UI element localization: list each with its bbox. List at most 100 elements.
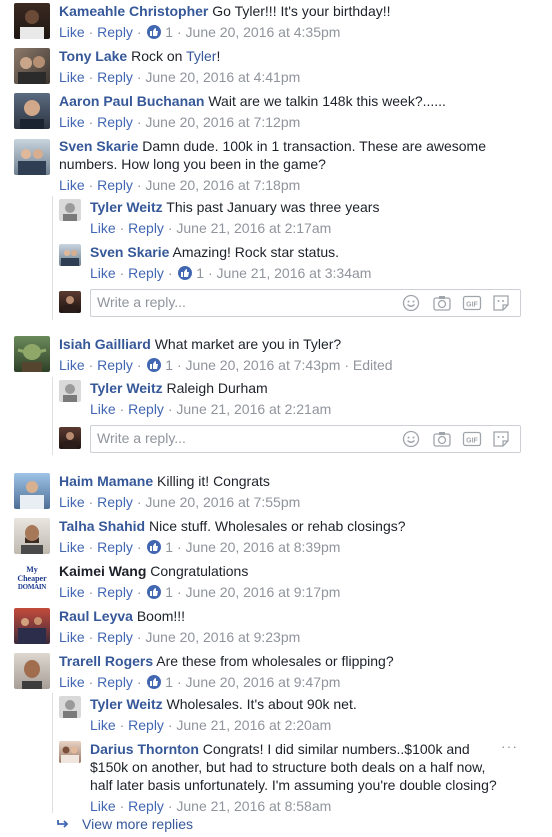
avatar[interactable] (14, 608, 50, 644)
reply-link[interactable]: Reply (97, 357, 133, 373)
gif-icon[interactable]: GIF (462, 430, 482, 448)
like-link[interactable]: Like (59, 674, 85, 690)
like-link[interactable]: Like (59, 177, 85, 193)
like-link[interactable]: Like (90, 717, 116, 733)
commenter-name[interactable]: Tony Lake (59, 48, 127, 64)
timestamp[interactable]: June 20, 2016 at 9:17pm (186, 584, 341, 600)
like-link[interactable]: Like (59, 584, 85, 600)
avatar[interactable] (59, 380, 81, 402)
avatar[interactable] (59, 696, 81, 718)
avatar[interactable] (59, 244, 81, 266)
reply-link[interactable]: Reply (128, 220, 164, 236)
reply-input[interactable]: Write a reply... GIF (90, 425, 521, 453)
like-count[interactable]: 1 (196, 265, 204, 281)
edited-label[interactable]: Edited (353, 357, 393, 373)
commenter-name[interactable]: Kameahle Christopher (59, 3, 208, 19)
reply-link[interactable]: Reply (97, 177, 133, 193)
commenter-name[interactable]: Trarell Rogers (59, 653, 153, 669)
timestamp[interactable]: June 20, 2016 at 7:55pm (145, 494, 300, 510)
avatar[interactable] (14, 48, 50, 84)
like-link[interactable]: Like (90, 220, 116, 236)
timestamp[interactable]: June 20, 2016 at 7:43pm (186, 357, 341, 373)
like-link[interactable]: Like (90, 401, 116, 417)
reply-link[interactable]: Reply (97, 674, 133, 690)
like-link[interactable]: Like (59, 494, 85, 510)
avatar[interactable] (14, 93, 50, 129)
timestamp[interactable]: June 20, 2016 at 8:39pm (186, 539, 341, 555)
reply-link[interactable]: Reply (97, 629, 133, 645)
commenter-name[interactable]: Sven Skarie (90, 244, 169, 260)
avatar[interactable] (14, 3, 50, 39)
timestamp[interactable]: June 20, 2016 at 9:47pm (186, 674, 341, 690)
commenter-name[interactable]: Tyler Weitz (90, 696, 163, 712)
like-link[interactable]: Like (59, 629, 85, 645)
reply-link[interactable]: Reply (97, 114, 133, 130)
commenter-name[interactable]: Raul Leyva (59, 608, 133, 624)
camera-icon[interactable] (432, 430, 452, 448)
reply-link[interactable]: Reply (97, 584, 133, 600)
commenter-name[interactable]: Haim Mamane (59, 473, 153, 489)
sticker-icon[interactable] (492, 430, 512, 448)
avatar[interactable] (59, 741, 81, 763)
timestamp[interactable]: June 20, 2016 at 9:23pm (145, 629, 300, 645)
reply-link[interactable]: Reply (128, 717, 164, 733)
like-link[interactable]: Like (59, 357, 85, 373)
reply-link[interactable]: Reply (97, 539, 133, 555)
timestamp[interactable]: June 21, 2016 at 3:34am (217, 265, 372, 281)
timestamp[interactable]: June 20, 2016 at 4:41pm (145, 69, 300, 85)
avatar[interactable] (14, 139, 50, 175)
reply-link[interactable]: Reply (97, 24, 133, 40)
avatar[interactable] (14, 473, 50, 509)
like-link[interactable]: Like (90, 265, 116, 281)
commenter-name[interactable]: Sven Skarie (59, 138, 138, 154)
timestamp[interactable]: June 21, 2016 at 2:17am (176, 220, 331, 236)
like-count[interactable]: 1 (165, 357, 173, 373)
avatar[interactable] (14, 336, 50, 372)
view-more-replies[interactable]: View more replies (56, 816, 193, 832)
sticker-icon[interactable] (492, 294, 512, 312)
like-count-icon[interactable] (147, 25, 162, 39)
commenter-name[interactable]: Kaimei Wang (59, 563, 146, 579)
like-link[interactable]: Like (59, 114, 85, 130)
camera-icon[interactable] (432, 294, 452, 312)
like-count[interactable]: 1 (165, 584, 173, 600)
avatar-logo[interactable]: My Cheaper DOMAIN (14, 563, 50, 599)
like-count-icon[interactable] (147, 675, 162, 689)
timestamp[interactable]: June 20, 2016 at 7:12pm (145, 114, 300, 130)
timestamp[interactable]: June 20, 2016 at 4:35pm (186, 24, 341, 40)
like-count-icon[interactable] (147, 540, 162, 554)
reply-link[interactable]: Reply (128, 798, 164, 814)
gif-icon[interactable]: GIF (462, 294, 482, 312)
like-link[interactable]: Like (59, 69, 85, 85)
timestamp[interactable]: June 20, 2016 at 7:18pm (145, 177, 300, 193)
like-link[interactable]: Like (59, 24, 85, 40)
emoji-icon[interactable] (402, 430, 422, 448)
avatar[interactable] (59, 199, 81, 221)
emoji-icon[interactable] (402, 294, 422, 312)
reply-link[interactable]: Reply (128, 265, 164, 281)
commenter-name[interactable]: Tyler Weitz (90, 380, 163, 396)
commenter-name[interactable]: Talha Shahid (59, 518, 145, 534)
reply-link[interactable]: Reply (97, 69, 133, 85)
reply-link[interactable]: Reply (128, 401, 164, 417)
timestamp[interactable]: June 21, 2016 at 8:58am (176, 798, 331, 814)
like-count-icon[interactable] (178, 266, 193, 280)
like-count-icon[interactable] (147, 585, 162, 599)
commenter-name[interactable]: Tyler Weitz (90, 199, 163, 215)
like-count-icon[interactable] (147, 358, 162, 372)
like-link[interactable]: Like (59, 539, 85, 555)
avatar[interactable] (14, 653, 50, 689)
commenter-name[interactable]: Aaron Paul Buchanan (59, 93, 204, 109)
commenter-name[interactable]: Darius Thornton (90, 741, 199, 757)
timestamp[interactable]: June 21, 2016 at 2:21am (176, 401, 331, 417)
like-link[interactable]: Like (90, 798, 116, 814)
like-count[interactable]: 1 (165, 24, 173, 40)
reply-link[interactable]: Reply (97, 494, 133, 510)
avatar[interactable] (14, 518, 50, 554)
like-count[interactable]: 1 (165, 674, 173, 690)
commenter-name[interactable]: Isiah Gailliard (59, 336, 151, 352)
mention-link[interactable]: Tyler (186, 48, 216, 64)
reply-input[interactable]: Write a reply... GIF (90, 289, 521, 317)
like-count[interactable]: 1 (165, 539, 173, 555)
view-more-label[interactable]: View more replies (82, 816, 193, 832)
